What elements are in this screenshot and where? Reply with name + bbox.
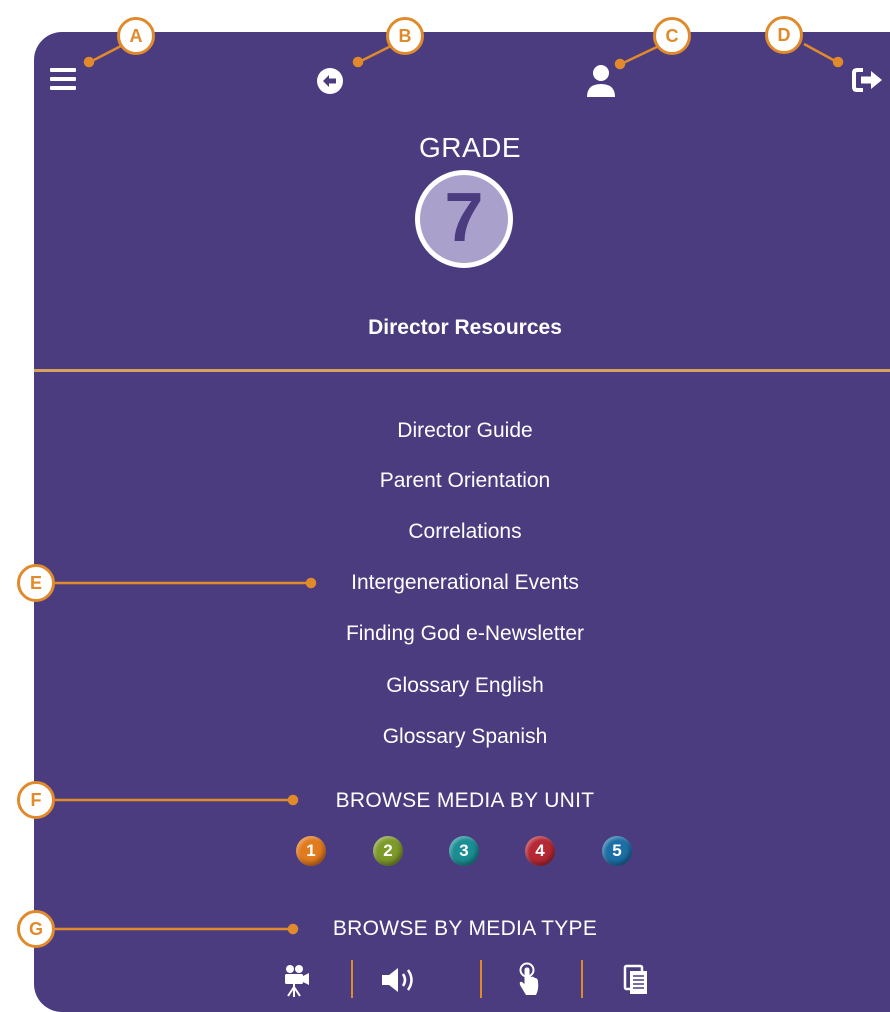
callout-a: A (117, 17, 155, 55)
callout-lines (55, 42, 844, 935)
callout-b: B (386, 17, 424, 55)
callout-e: E (17, 564, 55, 602)
callout-g: G (17, 910, 55, 948)
callout-f: F (17, 781, 55, 819)
callout-c: C (653, 17, 691, 55)
callout-d: D (765, 16, 803, 54)
